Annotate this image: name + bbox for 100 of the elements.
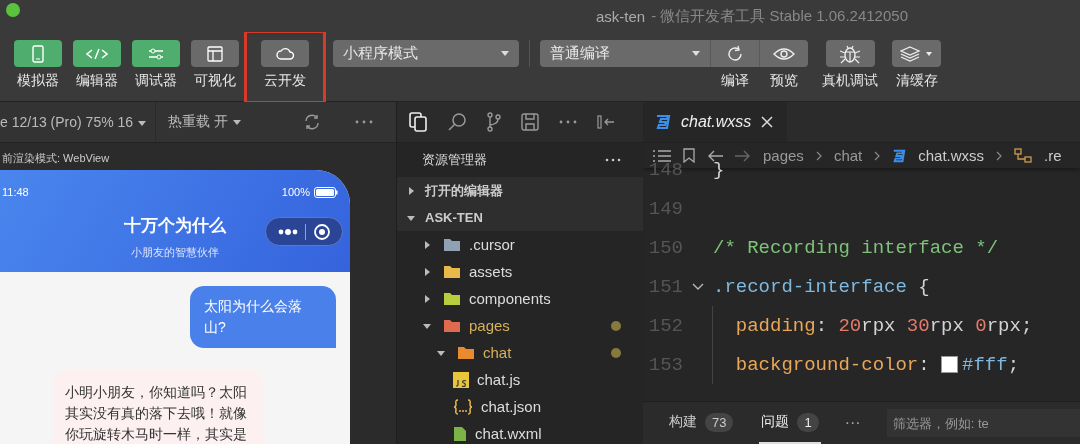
breadcrumb-item[interactable]: .re [1044,147,1062,164]
device-dropdown[interactable]: e 12/13 (Pro) 75% 16 [0,102,156,142]
hot-reload-dropdown[interactable]: 热重载 开 [168,113,241,131]
list-icon[interactable] [653,149,671,162]
toolbar-toggle-button[interactable] [72,40,121,67]
line-number: 148 [647,158,683,181]
caret-icon [232,119,241,125]
file-tree-item[interactable]: components [397,285,643,312]
file-tree-item[interactable]: chat [397,339,643,366]
close-icon[interactable] [761,116,774,128]
more-icon[interactable] [605,158,621,162]
more-icon[interactable] [559,120,577,124]
code-icon [85,47,108,60]
wxml-file-icon [453,425,467,442]
section-label: ASK-TEN [425,210,483,225]
window-subtitle: - 微信开发者工具 Stable 1.06.2412050 [651,6,908,26]
toolbar-action-button[interactable] [710,40,759,67]
code-token: rpx [986,314,1021,337]
code-token: } [713,158,725,181]
editor-tab[interactable]: chat.wxss [643,102,788,142]
toolbar-toggle-button[interactable] [13,40,62,67]
caret-icon [501,51,509,56]
battery-percent: 100% [281,186,310,198]
breadcrumb-item[interactable]: chat [833,147,863,164]
app-subtitle: 小朋友的智慧伙伴 [130,245,220,260]
back-icon[interactable] [707,149,723,162]
search-icon[interactable] [447,112,467,132]
user-message: 太阳为什么会落山? [190,286,336,348]
toolbar-toggle-button[interactable] [131,40,180,67]
toolbar-action-button[interactable] [825,40,875,67]
code-token: rpx [861,314,897,337]
window-zoom-button[interactable] [6,3,20,17]
file-name: components [469,290,552,307]
toolbar-label: 清缓存 [895,72,938,90]
css-file-icon [892,148,907,163]
code-token: padding [734,314,816,337]
more-icon[interactable] [277,228,298,235]
toolbar-label: 模拟器 [16,72,59,90]
more-tabs[interactable]: ··· [844,414,861,432]
compile-dropdown[interactable]: 普通编译 [540,40,710,67]
file-tree-item[interactable]: pages [397,312,643,339]
code-token: 30 [906,314,930,337]
panel-tab[interactable]: 构建 73 [667,402,736,444]
code-token: background-color [734,353,919,376]
eye-icon [773,46,795,61]
toolbar-toggle-button[interactable] [190,40,239,67]
layout-icon [206,45,223,62]
file-name: .cursor [469,236,516,253]
chevron-icon [423,267,431,276]
code-token: : [815,314,829,337]
window-title: ask-ten [596,7,646,25]
code-token: 0 [975,314,987,337]
code-token: .record-interface [713,275,907,298]
file-tree-item[interactable]: .cursor [397,231,643,258]
explorer-section[interactable]: 打开的编辑器 [397,177,643,204]
collapse-panel-icon[interactable] [597,115,615,129]
toolbar-action-button[interactable] [892,40,941,67]
files-icon[interactable] [409,112,427,132]
capsule-menu[interactable] [265,217,343,246]
chevron-icon [423,294,431,303]
file-tree-item[interactable]: assets [397,258,643,285]
chevron-icon [423,240,431,249]
status-time: 11:48 [2,186,30,198]
code-token: rpx [929,314,965,337]
code-token: #fff [962,353,1008,376]
file-tree-item[interactable]: chat.js [397,366,643,393]
save-icon[interactable] [521,113,539,131]
bug-icon [839,43,861,64]
file-name: chat.wxml [475,425,543,442]
explorer-title: 资源管理器 [422,151,487,169]
rotate-icon[interactable] [302,113,321,131]
code-token: : [918,353,931,376]
refresh-icon [726,44,744,63]
code-token: { [917,275,930,298]
battery-icon [314,186,338,198]
more-icon[interactable] [354,120,373,124]
file-name: assets [469,263,514,280]
file-tree-item[interactable]: chat.json [397,393,643,420]
file-name: pages [469,317,511,334]
chevron-icon [815,150,822,161]
breadcrumb-item[interactable]: pages [763,147,804,164]
toolbar-label: 可视化 [193,72,236,90]
bookmark-icon[interactable] [683,148,695,163]
forward-icon[interactable] [735,149,751,162]
toolbar-label: 编辑器 [75,72,118,90]
mode-dropdown[interactable]: 小程序模式 [333,40,519,67]
toolbar-toggle-button[interactable] [261,40,309,67]
render-mode-label: 前渲染模式: WebView [1,151,111,166]
panel-tab[interactable]: 问题 1 [759,402,821,444]
file-tree-item[interactable]: chat.wxml [397,420,643,444]
chevron-icon [437,348,445,357]
fold-icon[interactable] [692,282,704,291]
cloud-icon [275,46,295,61]
file-name: chat [483,344,513,361]
explorer-section[interactable]: ASK-TEN [397,204,643,231]
section-label: 打开的编辑器 [425,181,503,200]
filter-field[interactable]: 筛选器，例如: te [886,409,1080,437]
toolbar-action-button[interactable] [759,40,808,67]
breadcrumb-item[interactable]: chat.wxss [918,147,985,164]
branch-icon[interactable] [487,112,501,132]
